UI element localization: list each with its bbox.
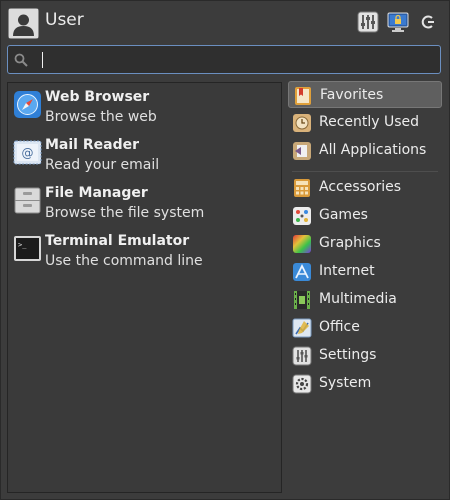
search-icon bbox=[14, 53, 28, 67]
app-description: Read your email bbox=[45, 157, 160, 173]
app-description: Use the command line bbox=[45, 253, 203, 269]
accessories-icon bbox=[294, 179, 310, 197]
lock-screen-button[interactable] bbox=[387, 11, 409, 33]
category-office[interactable]: Office bbox=[288, 314, 442, 341]
category-label: Graphics bbox=[319, 235, 381, 251]
username-label: User bbox=[45, 10, 84, 30]
list-item-terminal-emulator[interactable]: >_ Terminal Emulator Use the command lin… bbox=[12, 229, 278, 273]
app-name: Mail Reader bbox=[45, 137, 139, 153]
category-multimedia[interactable]: Multimedia bbox=[288, 286, 442, 313]
category-settings[interactable]: Settings bbox=[288, 342, 442, 369]
category-label: Settings bbox=[319, 347, 377, 363]
settings-mixer-button[interactable] bbox=[357, 11, 379, 33]
category-label: Favorites bbox=[320, 87, 384, 103]
category-label: All Applications bbox=[319, 142, 427, 158]
lock-screen-icon bbox=[387, 12, 409, 32]
category-label: Multimedia bbox=[319, 291, 397, 307]
list-item-mail-reader[interactable]: @ Mail Reader Read your email bbox=[12, 133, 278, 177]
favorites-list: Web Browser Browse the web @ Mail Reader… bbox=[7, 82, 282, 493]
logout-button[interactable] bbox=[417, 11, 439, 33]
category-label: Recently Used bbox=[319, 114, 420, 130]
app-name: Web Browser bbox=[45, 89, 150, 105]
games-icon bbox=[293, 207, 311, 225]
app-name: File Manager bbox=[45, 185, 148, 201]
list-item-web-browser[interactable]: Web Browser Browse the web bbox=[12, 85, 278, 129]
category-internet[interactable]: Internet bbox=[288, 258, 442, 285]
settings-icon bbox=[292, 346, 312, 366]
favorites-icon bbox=[295, 87, 311, 105]
category-graphics[interactable]: Graphics bbox=[288, 230, 442, 257]
user-avatar-icon[interactable] bbox=[8, 8, 39, 39]
category-label: Office bbox=[319, 319, 360, 335]
text-caret bbox=[42, 52, 43, 68]
category-recently-used[interactable]: Recently Used bbox=[288, 109, 442, 136]
office-icon bbox=[292, 318, 312, 338]
settings-mixer-icon bbox=[357, 11, 379, 33]
all-applications-icon bbox=[293, 142, 311, 160]
app-name: Terminal Emulator bbox=[45, 233, 190, 249]
category-games[interactable]: Games bbox=[288, 202, 442, 229]
app-description: Browse the web bbox=[45, 109, 157, 125]
web-browser-icon bbox=[14, 91, 41, 118]
search-input[interactable] bbox=[34, 49, 438, 72]
internet-icon bbox=[293, 263, 311, 281]
logout-icon bbox=[421, 15, 434, 29]
category-favorites[interactable]: Favorites bbox=[288, 81, 442, 108]
multimedia-icon bbox=[294, 291, 310, 309]
category-accessories[interactable]: Accessories bbox=[288, 174, 442, 201]
category-label: Games bbox=[319, 207, 368, 223]
graphics-icon bbox=[293, 235, 311, 253]
search-box[interactable] bbox=[7, 45, 441, 74]
category-all-applications[interactable]: All Applications bbox=[288, 137, 442, 164]
svg-text:>_: >_ bbox=[18, 241, 27, 249]
svg-text:@: @ bbox=[22, 146, 34, 160]
category-system[interactable]: System bbox=[288, 370, 442, 397]
list-item-file-manager[interactable]: File Manager Browse the file system bbox=[12, 181, 278, 225]
recently-used-icon bbox=[293, 114, 311, 132]
app-description: Browse the file system bbox=[45, 205, 205, 221]
category-separator bbox=[292, 171, 438, 172]
file-manager-icon bbox=[14, 187, 41, 214]
category-label: Accessories bbox=[319, 179, 402, 195]
category-label: System bbox=[319, 375, 372, 391]
terminal-icon: >_ bbox=[14, 236, 41, 261]
mail-reader-icon: @ bbox=[13, 140, 42, 165]
system-icon bbox=[292, 374, 312, 394]
category-label: Internet bbox=[319, 263, 375, 279]
